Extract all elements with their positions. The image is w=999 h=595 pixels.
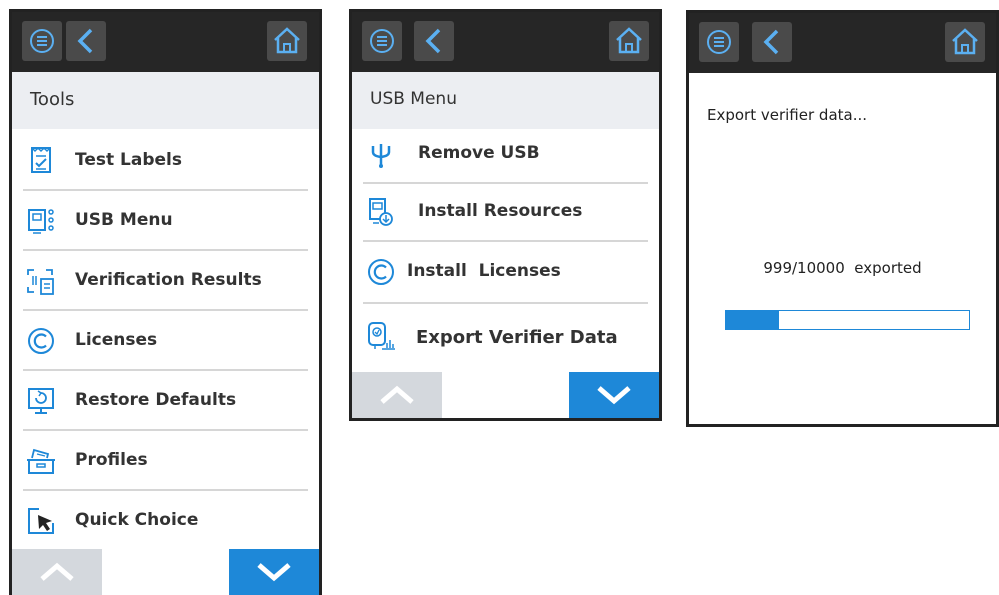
home-button[interactable]: [267, 21, 307, 61]
export-verifier-data-icon: [365, 320, 397, 352]
usb-menu-screen: USB Menu Remove USB Install Resources In…: [349, 9, 662, 421]
list-item-usb-menu[interactable]: USB Menu: [23, 191, 308, 251]
home-icon: [952, 28, 978, 55]
menu-icon: [30, 29, 54, 53]
scroll-up-button[interactable]: [12, 549, 102, 595]
list-item-label: Licenses: [75, 330, 158, 350]
scroll-down-button[interactable]: [569, 372, 659, 418]
menu-button[interactable]: [22, 21, 62, 61]
test-labels-icon: [25, 145, 57, 177]
list-item-test-labels[interactable]: Test Labels: [23, 131, 308, 191]
export-progress-screen: Export verifier data... 999/10000 export…: [686, 10, 999, 427]
status-message: Export verifier data...: [707, 106, 868, 124]
list-item-label: USB Menu: [75, 210, 173, 230]
page-title: USB Menu: [370, 89, 457, 109]
home-icon: [274, 27, 300, 54]
quick-choice-icon: [25, 505, 57, 537]
list-item-label: Remove USB: [418, 143, 540, 163]
install-resources-icon: [365, 196, 397, 228]
menu-button[interactable]: [362, 21, 402, 61]
back-button[interactable]: [66, 21, 106, 61]
back-arrow-icon: [763, 29, 779, 55]
bottom-bar: [352, 372, 659, 418]
home-icon: [616, 27, 642, 54]
list-item-remove-usb[interactable]: Remove USB: [363, 124, 648, 184]
list-item-verification-results[interactable]: Verification Results: [23, 251, 308, 311]
menu-button[interactable]: [699, 22, 739, 62]
list-item-install-licenses[interactable]: Install Licenses: [363, 240, 648, 304]
profiles-icon: [25, 445, 57, 477]
back-arrow-icon: [425, 28, 441, 54]
copyright-icon: [365, 256, 397, 288]
list-item-label: Profiles: [75, 450, 148, 470]
progress-text: 999/10000 exported: [763, 259, 922, 277]
back-arrow-icon: [77, 28, 93, 54]
menu-icon: [707, 30, 731, 54]
home-button[interactable]: [609, 21, 649, 61]
back-button[interactable]: [752, 22, 792, 62]
list-item-install-resources[interactable]: Install Resources: [363, 182, 648, 242]
list-item-label: Install Resources: [418, 201, 583, 221]
title-bar: Tools: [12, 72, 319, 129]
copyright-icon: [25, 325, 57, 357]
list-item-label: Verification Results: [75, 270, 262, 290]
usb-icon: [365, 138, 397, 170]
scroll-down-button[interactable]: [229, 549, 319, 595]
chevron-down-icon: [257, 563, 291, 582]
list-item-licenses[interactable]: Licenses: [23, 311, 308, 371]
list-item-restore-defaults[interactable]: Restore Defaults: [23, 371, 308, 431]
bottom-bar: [12, 549, 319, 595]
usb-menu-icon: [25, 205, 57, 237]
list-item-profiles[interactable]: Profiles: [23, 431, 308, 491]
menu-icon: [370, 29, 394, 53]
chevron-down-icon: [597, 386, 631, 405]
top-bar: [352, 12, 659, 72]
list-item-label: Restore Defaults: [75, 390, 237, 410]
top-bar: [12, 12, 319, 72]
scroll-up-button[interactable]: [352, 372, 442, 418]
chevron-up-icon: [380, 385, 414, 404]
verification-results-icon: [25, 265, 57, 297]
list-item-quick-choice[interactable]: Quick Choice: [23, 491, 308, 551]
list-item-export-verifier-data[interactable]: Export Verifier Data: [363, 304, 648, 376]
list-item-label: Test Labels: [75, 150, 182, 170]
home-button[interactable]: [945, 22, 985, 62]
title-bar: USB Menu: [352, 72, 659, 129]
list-item-label: Install Licenses: [407, 261, 561, 281]
tools-screen: Tools Test Labels USB Menu Verification …: [9, 9, 322, 595]
list-item-label: Export Verifier Data: [416, 327, 618, 348]
top-bar: [689, 13, 996, 73]
progress-bar: [725, 310, 970, 330]
chevron-up-icon: [40, 562, 74, 581]
back-button[interactable]: [414, 21, 454, 61]
progress-fill: [726, 311, 780, 329]
list-item-label: Quick Choice: [75, 510, 199, 530]
page-title: Tools: [30, 89, 75, 110]
restore-defaults-icon: [25, 385, 57, 417]
